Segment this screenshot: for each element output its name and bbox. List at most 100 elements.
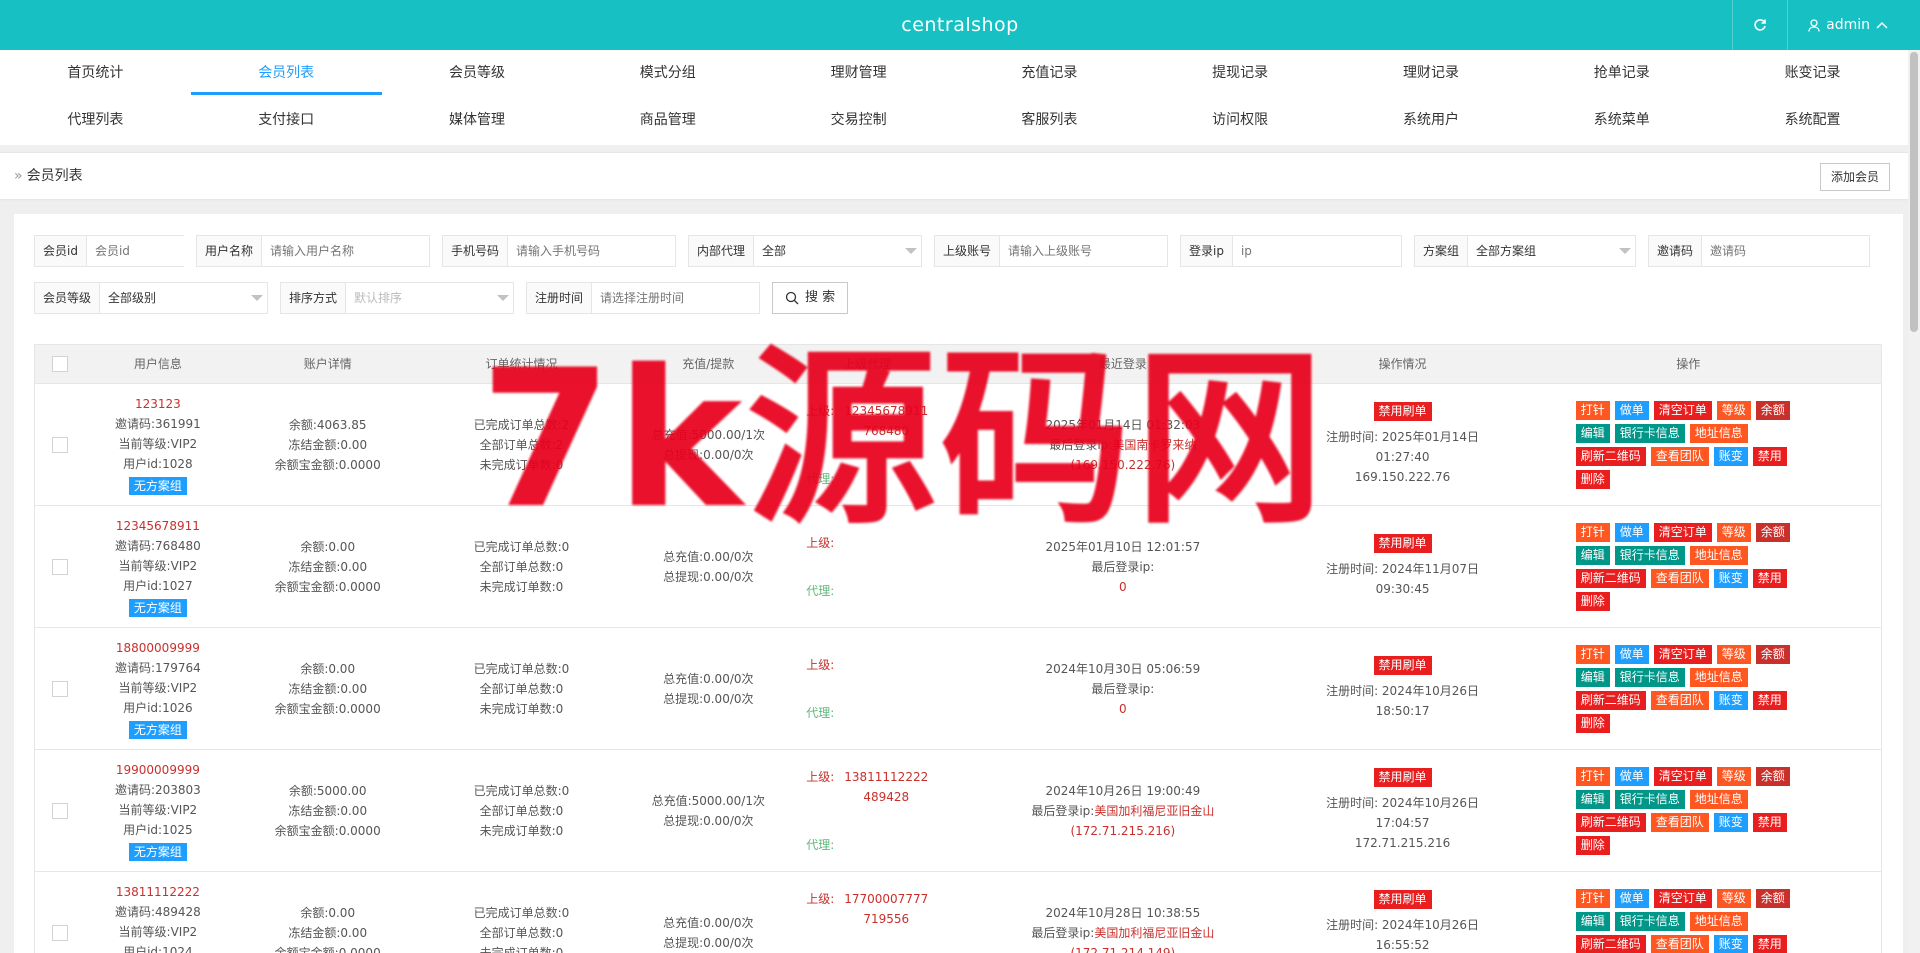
action-button-10[interactable]: 账变 [1713, 934, 1748, 953]
action-button-7[interactable]: 地址信息 [1689, 789, 1748, 809]
nav-item-row2-2[interactable]: 媒体管理 [382, 97, 573, 144]
sort-select[interactable]: 排序方式 默认排序 [280, 282, 514, 314]
add-member-button[interactable]: 添加会员 [1819, 163, 1890, 191]
nav-item-row1-1[interactable]: 会员列表 [190, 50, 382, 97]
action-button-6[interactable]: 银行卡信息 [1614, 423, 1685, 443]
action-button-10[interactable]: 账变 [1713, 446, 1748, 466]
nav-item-row2-0[interactable]: 代理列表 [0, 97, 191, 144]
action-button-1[interactable]: 做单 [1614, 888, 1649, 908]
action-button-9[interactable]: 查看团队 [1650, 568, 1709, 588]
action-button-2[interactable]: 清空订单 [1653, 644, 1712, 664]
action-button-7[interactable]: 地址信息 [1689, 667, 1748, 687]
nav-item-row2-6[interactable]: 访问权限 [1145, 97, 1336, 144]
action-button-4[interactable]: 余额 [1755, 522, 1790, 542]
nav-item-row2-3[interactable]: 商品管理 [572, 97, 763, 144]
action-button-8[interactable]: 刷新二维码 [1575, 690, 1646, 710]
action-button-12[interactable]: 删除 [1575, 713, 1610, 733]
phone-input[interactable] [508, 236, 675, 266]
action-button-7[interactable]: 地址信息 [1689, 911, 1748, 931]
action-button-0[interactable]: 打针 [1575, 888, 1610, 908]
plan-group-select[interactable]: 方案组 全部方案组 [1414, 235, 1636, 267]
nav-item-row2-7[interactable]: 系统用户 [1336, 97, 1527, 144]
action-button-3[interactable]: 等级 [1716, 888, 1751, 908]
action-button-2[interactable]: 清空订单 [1653, 766, 1712, 786]
login-ip-input[interactable] [1232, 236, 1401, 266]
action-button-3[interactable]: 等级 [1716, 766, 1751, 786]
action-button-3[interactable]: 等级 [1716, 644, 1751, 664]
nav-item-row1-2[interactable]: 会员等级 [382, 50, 573, 97]
action-button-12[interactable]: 删除 [1575, 835, 1610, 855]
action-button-1[interactable]: 做单 [1614, 522, 1649, 542]
action-button-6[interactable]: 银行卡信息 [1614, 545, 1685, 565]
action-button-8[interactable]: 刷新二维码 [1575, 812, 1646, 832]
action-button-6[interactable]: 银行卡信息 [1614, 667, 1685, 687]
action-button-5[interactable]: 编辑 [1575, 667, 1610, 687]
action-button-10[interactable]: 账变 [1713, 812, 1748, 832]
action-button-10[interactable]: 账变 [1713, 568, 1748, 588]
action-button-7[interactable]: 地址信息 [1689, 423, 1748, 443]
action-button-4[interactable]: 余额 [1755, 644, 1790, 664]
disable-brush-button[interactable]: 禁用刷单 [1373, 534, 1432, 553]
nav-item-row2-9[interactable]: 系统配置 [1717, 97, 1908, 144]
action-button-7[interactable]: 地址信息 [1689, 545, 1748, 565]
action-button-11[interactable]: 禁用 [1752, 934, 1787, 953]
action-button-12[interactable]: 删除 [1575, 591, 1610, 611]
action-button-9[interactable]: 查看团队 [1650, 446, 1709, 466]
invite-input[interactable] [1702, 236, 1869, 266]
disable-brush-button[interactable]: 禁用刷单 [1373, 402, 1432, 421]
parent-input[interactable] [1000, 236, 1167, 266]
row-checkbox[interactable] [51, 558, 68, 575]
action-button-2[interactable]: 清空订单 [1653, 522, 1712, 542]
nav-item-row2-1[interactable]: 支付接口 [191, 97, 382, 144]
search-button[interactable]: 搜 索 [772, 282, 849, 314]
action-button-0[interactable]: 打针 [1575, 766, 1610, 786]
nav-item-row1-9[interactable]: 账变记录 [1717, 50, 1908, 97]
action-button-9[interactable]: 查看团队 [1650, 934, 1709, 953]
disable-brush-button[interactable]: 禁用刷单 [1373, 768, 1432, 787]
action-button-4[interactable]: 余额 [1755, 766, 1790, 786]
action-button-0[interactable]: 打针 [1575, 644, 1610, 664]
action-button-2[interactable]: 清空订单 [1653, 888, 1712, 908]
row-checkbox[interactable] [51, 924, 68, 941]
nav-item-row1-7[interactable]: 理财记录 [1336, 50, 1527, 97]
action-button-1[interactable]: 做单 [1614, 766, 1649, 786]
nav-item-row1-4[interactable]: 理财管理 [763, 50, 954, 97]
action-button-5[interactable]: 编辑 [1575, 423, 1610, 443]
refresh-button[interactable] [1732, 0, 1787, 50]
action-button-12[interactable]: 删除 [1575, 469, 1610, 489]
action-button-5[interactable]: 编辑 [1575, 911, 1610, 931]
scrollbar-thumb[interactable] [1910, 52, 1918, 332]
action-button-10[interactable]: 账变 [1713, 690, 1748, 710]
action-button-0[interactable]: 打针 [1575, 400, 1610, 420]
action-button-0[interactable]: 打针 [1575, 522, 1610, 542]
action-button-1[interactable]: 做单 [1614, 644, 1649, 664]
nav-item-row1-8[interactable]: 抢单记录 [1526, 50, 1717, 97]
disable-brush-button[interactable]: 禁用刷单 [1373, 890, 1432, 909]
action-button-5[interactable]: 编辑 [1575, 789, 1610, 809]
nav-item-row2-4[interactable]: 交易控制 [763, 97, 954, 144]
nav-item-row1-5[interactable]: 充值记录 [954, 50, 1145, 97]
action-button-3[interactable]: 等级 [1716, 400, 1751, 420]
action-button-9[interactable]: 查看团队 [1650, 690, 1709, 710]
action-button-6[interactable]: 银行卡信息 [1614, 911, 1685, 931]
nav-item-row2-8[interactable]: 系统菜单 [1526, 97, 1717, 144]
row-checkbox[interactable] [51, 436, 68, 453]
row-checkbox[interactable] [51, 680, 68, 697]
agent-select[interactable]: 内部代理 全部 [688, 235, 922, 267]
nav-item-row2-5[interactable]: 客服列表 [954, 97, 1145, 144]
action-button-8[interactable]: 刷新二维码 [1575, 446, 1646, 466]
action-button-2[interactable]: 清空订单 [1653, 400, 1712, 420]
action-button-4[interactable]: 余额 [1755, 400, 1790, 420]
action-button-11[interactable]: 禁用 [1752, 812, 1787, 832]
action-button-8[interactable]: 刷新二维码 [1575, 568, 1646, 588]
action-button-11[interactable]: 禁用 [1752, 446, 1787, 466]
action-button-8[interactable]: 刷新二维码 [1575, 934, 1646, 953]
action-button-6[interactable]: 银行卡信息 [1614, 789, 1685, 809]
action-button-1[interactable]: 做单 [1614, 400, 1649, 420]
action-button-11[interactable]: 禁用 [1752, 690, 1787, 710]
user-menu[interactable]: admin [1787, 0, 1908, 50]
username-input[interactable] [262, 236, 429, 266]
level-select[interactable]: 会员等级 全部级别 [34, 282, 268, 314]
vertical-scrollbar[interactable] [1908, 50, 1920, 953]
reg-time-input[interactable] [592, 283, 759, 313]
